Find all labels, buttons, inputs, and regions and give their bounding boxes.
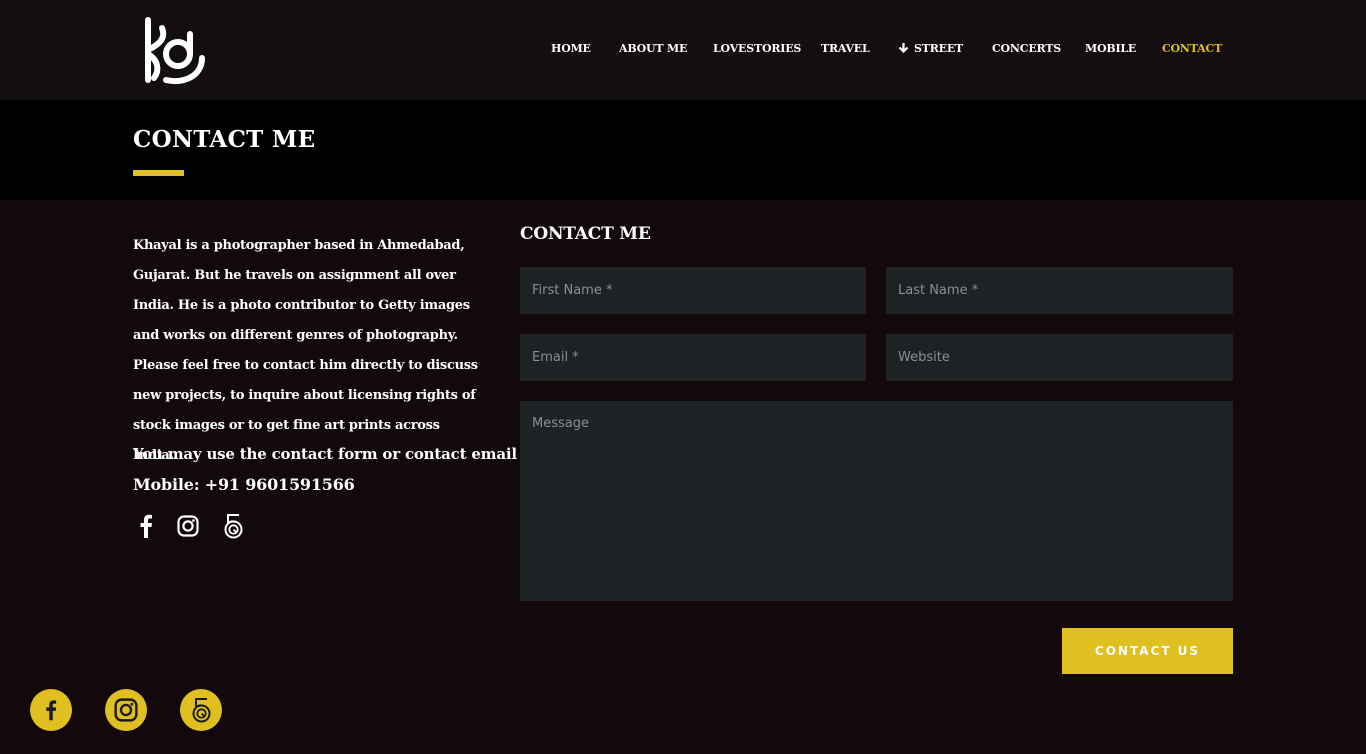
nav-item-home[interactable]: HOME (551, 42, 591, 55)
nav-item-concerts[interactable]: CONCERTS (992, 42, 1061, 55)
website-field[interactable] (886, 334, 1233, 381)
contact-line: You may use the contact form or contact … (133, 445, 528, 463)
message-field[interactable] (520, 401, 1233, 601)
facebook-icon[interactable] (132, 512, 160, 540)
intro-text: Khayal is a photographer based in Ahmeda… (133, 238, 478, 463)
instagram-icon[interactable] (105, 689, 147, 731)
last-name-field[interactable] (886, 267, 1233, 314)
site-header: HOME ABOUT ME LOVESTORIES TRAVEL STREET … (0, 0, 1366, 100)
arrow-down-icon (898, 42, 909, 56)
nav-item-street-wrap[interactable]: STREET (898, 42, 963, 56)
email-field[interactable] (520, 334, 866, 381)
mobile-number: Mobile: +91 9601591566 (133, 475, 355, 494)
nav-item-about-me[interactable]: ABOUT ME (619, 42, 687, 55)
main-nav: HOME ABOUT ME LOVESTORIES TRAVEL STREET … (0, 42, 1366, 58)
title-underline (133, 170, 184, 176)
500px-icon[interactable] (219, 512, 247, 540)
instagram-icon[interactable] (174, 512, 202, 540)
page-title: CONTACT ME (133, 126, 316, 153)
contact-us-button[interactable]: CONTACT US (1062, 628, 1233, 674)
nav-item-contact[interactable]: CONTACT (1162, 42, 1222, 55)
form-heading: CONTACT ME (520, 224, 651, 244)
nav-item-travel[interactable]: TRAVEL (821, 42, 870, 55)
first-name-field[interactable] (520, 267, 866, 314)
500px-icon[interactable] (180, 689, 222, 731)
nav-item-street[interactable]: STREET (914, 42, 963, 55)
facebook-icon[interactable] (30, 689, 72, 731)
nav-item-lovestories[interactable]: LOVESTORIES (713, 42, 801, 55)
nav-item-mobile[interactable]: MOBILE (1085, 42, 1136, 55)
